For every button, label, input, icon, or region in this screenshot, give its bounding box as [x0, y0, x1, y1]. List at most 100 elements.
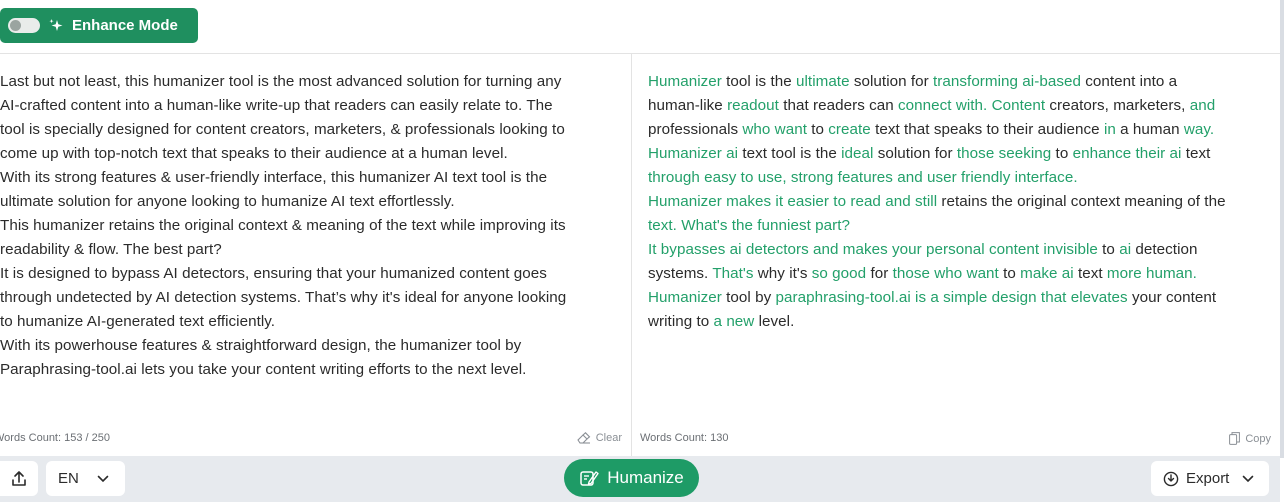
output-text-line: Humanizer tool is the ultimate solution …: [648, 70, 1268, 94]
input-text-line: Last but not least, this humanizer tool …: [0, 73, 562, 90]
output-text-line: Humanizer tool by paraphrasing-tool.ai i…: [648, 286, 1268, 310]
unchanged-phrase: systems.: [648, 265, 713, 282]
toggle-knob: [10, 20, 21, 31]
humanize-label: Humanize: [607, 468, 684, 487]
enhance-mode-toggle[interactable]: Enhance Mode: [0, 8, 198, 43]
changed-phrase: Humanizer makes it easier to read and st…: [648, 193, 938, 210]
output-word-count: Words Count: 130: [640, 432, 729, 444]
unchanged-phrase: for: [866, 265, 893, 282]
output-text-line: Humanizer makes it easier to read and st…: [648, 190, 1268, 214]
input-text-line: tool is specially designed for content c…: [0, 121, 565, 138]
unchanged-phrase: content into a: [1080, 73, 1178, 90]
chevron-down-icon: [97, 475, 109, 482]
unchanged-phrase: human-like: [648, 97, 728, 114]
changed-phrase: text. What's the funniest part?: [648, 217, 850, 234]
input-text-line: With its powerhouse features & straightf…: [0, 337, 522, 354]
input-text-line: to humanize AI-generated text efficientl…: [0, 313, 276, 330]
unchanged-phrase: tool by: [721, 289, 776, 306]
changed-phrase: way.: [1183, 121, 1215, 138]
clear-label: Clear: [595, 432, 622, 444]
copy-button[interactable]: Copy: [1229, 432, 1271, 445]
humanize-button[interactable]: Humanize: [564, 459, 699, 497]
export-icon: [1163, 471, 1179, 486]
output-text-line: human-like readout that readers can conn…: [648, 94, 1268, 118]
input-text-line: With its strong features & user-friendly…: [0, 169, 548, 186]
changed-phrase: Humanizer: [648, 289, 722, 306]
output-text-line: writing to a new level.: [648, 310, 1268, 334]
unchanged-phrase: why it's: [753, 265, 812, 282]
enhance-mode-label: Enhance Mode: [72, 17, 178, 34]
changed-phrase: connect with. Content: [898, 97, 1046, 114]
input-text-line: ultimate solution for anyone looking to …: [0, 193, 455, 210]
chevron-down-icon: [1243, 475, 1254, 482]
unchanged-phrase: that readers can: [778, 97, 899, 114]
unchanged-phrase: writing to: [648, 313, 714, 330]
changed-phrase: transforming ai-based: [933, 73, 1081, 90]
toggle-switch[interactable]: [8, 18, 40, 33]
input-text-line: AI-crafted content into a human-like wri…: [0, 97, 553, 114]
unchanged-phrase: tool is the: [721, 73, 796, 90]
language-value: EN: [58, 470, 79, 487]
unchanged-phrase: to: [998, 265, 1021, 282]
clear-button[interactable]: Clear: [576, 432, 622, 444]
unchanged-phrase: to: [1051, 145, 1073, 162]
unchanged-phrase: your content: [1127, 289, 1217, 306]
changed-phrase: ideal: [841, 145, 874, 162]
output-text-area: Humanizer tool is the ultimate solution …: [648, 70, 1268, 334]
input-text-area[interactable]: Last but not least, this humanizer tool …: [0, 70, 615, 382]
unchanged-phrase: level.: [754, 313, 795, 330]
top-toolbar: Enhance Mode: [0, 0, 1280, 54]
changed-phrase: create: [828, 121, 871, 138]
input-text-line: through undetected by AI detection syste…: [0, 289, 567, 306]
unchanged-phrase: a human: [1115, 121, 1184, 138]
unchanged-phrase: retains the original context meaning of …: [937, 193, 1226, 210]
input-text-line: come up with top-notch text that speaks …: [0, 145, 508, 162]
copy-icon: [1229, 432, 1241, 445]
upload-icon: [12, 470, 26, 486]
input-word-count: Words Count: 153 / 250: [0, 432, 110, 444]
unchanged-phrase: to: [806, 121, 829, 138]
changed-phrase: paraphrasing-tool.ai is a simple design …: [775, 289, 1128, 306]
changed-phrase: and: [1189, 97, 1216, 114]
unchanged-phrase: text: [1073, 265, 1107, 282]
changed-phrase: readout: [727, 97, 779, 114]
unchanged-phrase: text that speaks to their audience: [870, 121, 1104, 138]
changed-phrase: Humanizer: [648, 73, 722, 90]
output-text-line: text. What's the funniest part?: [648, 214, 1268, 238]
output-text-line: Humanizer ai text tool is the ideal solu…: [648, 142, 1268, 166]
bottom-toolbar: EN Humanize Export: [0, 456, 1280, 502]
input-pane[interactable]: Last but not least, this humanizer tool …: [0, 54, 631, 456]
output-text-line: systems. That's why it's so good for tho…: [648, 262, 1268, 286]
copy-label: Copy: [1245, 432, 1271, 445]
changed-phrase: enhance their ai: [1072, 145, 1182, 162]
scrollbar-track[interactable]: [1280, 0, 1284, 458]
upload-button[interactable]: [0, 461, 38, 496]
changed-phrase: who want: [742, 121, 807, 138]
changed-phrase: through easy to use, strong features and…: [648, 169, 1078, 186]
changed-phrase: Humanizer ai: [648, 145, 739, 162]
export-button[interactable]: Export: [1151, 461, 1269, 496]
input-text-line: readability & flow. The best part?: [0, 241, 222, 258]
output-text-line: professionals who want to create text th…: [648, 118, 1268, 142]
output-pane: Humanizer tool is the ultimate solution …: [632, 54, 1280, 456]
unchanged-phrase: to: [1097, 241, 1120, 258]
unchanged-phrase: detection: [1131, 241, 1198, 258]
changed-phrase: a new: [713, 313, 755, 330]
changed-phrase: in: [1103, 121, 1116, 138]
changed-phrase: so good: [811, 265, 867, 282]
edit-icon: [580, 471, 599, 486]
unchanged-phrase: creators, marketers,: [1045, 97, 1190, 114]
unchanged-phrase: professionals: [648, 121, 743, 138]
changed-phrase: those who want: [892, 265, 999, 282]
changed-phrase: It bypasses ai detectors and makes your …: [648, 241, 1098, 258]
language-select[interactable]: EN: [46, 461, 125, 496]
changed-phrase: more human.: [1106, 265, 1197, 282]
unchanged-phrase: text: [1181, 145, 1211, 162]
unchanged-phrase: solution for: [873, 145, 957, 162]
changed-phrase: That's: [712, 265, 754, 282]
unchanged-phrase: text tool is the: [738, 145, 842, 162]
input-text-line: Paraphrasing-tool.ai lets you take your …: [0, 361, 527, 378]
output-text-line: It bypasses ai detectors and makes your …: [648, 238, 1268, 262]
eraser-icon: [576, 432, 591, 444]
input-text-line: It is designed to bypass AI detectors, e…: [0, 265, 547, 282]
